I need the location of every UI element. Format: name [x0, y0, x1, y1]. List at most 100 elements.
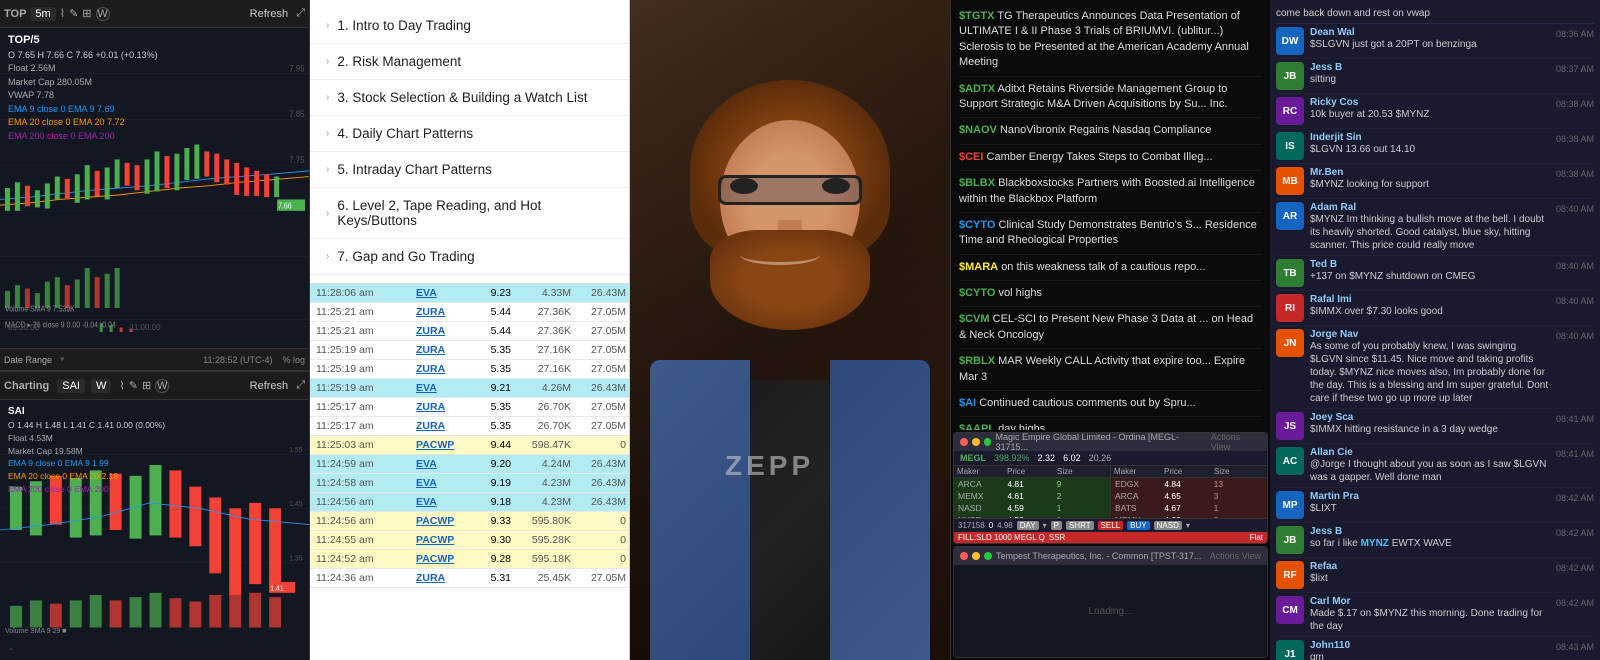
- course-item-2[interactable]: ›2. Risk Management: [310, 44, 629, 80]
- news-ticker[interactable]: $CEI: [959, 151, 983, 163]
- chat-username[interactable]: Jess B: [1310, 62, 1550, 73]
- close-dot[interactable]: [960, 438, 968, 446]
- trade-row[interactable]: 11:25:03 am PACWP 9.44 598.47K 0 1: [310, 436, 629, 455]
- course-item-5[interactable]: ›5. Intraday Chart Patterns: [310, 152, 629, 188]
- trade-row[interactable]: 11:24:55 am PACWP 9.30 595.28K 0 1: [310, 531, 629, 550]
- chat-username[interactable]: Allan Cie: [1310, 447, 1550, 458]
- minimize-dot-2[interactable]: [972, 552, 980, 560]
- news-ticker[interactable]: $BLBX: [959, 177, 995, 189]
- chart-grid-icon[interactable]: ⊞: [82, 7, 91, 20]
- trade-symbol[interactable]: PACWP: [416, 553, 466, 565]
- chart-top-refresh-btn[interactable]: Refresh: [250, 8, 289, 20]
- chart-percent[interactable]: % log: [282, 355, 305, 365]
- trade-row[interactable]: 11:25:19 am ZURA 5.35 27.16K 27.05M 0.: [310, 360, 629, 379]
- trade-row[interactable]: 11:24:52 am PACWP 9.28 595.18K 0 1: [310, 550, 629, 569]
- chart-settings-icon[interactable]: W: [96, 7, 110, 21]
- expand-dot[interactable]: [984, 438, 992, 446]
- trade-row[interactable]: 11:24:56 am PACWP 9.33 595.80K 0 1: [310, 512, 629, 531]
- chat-username[interactable]: Refaa: [1310, 561, 1550, 572]
- chart-date-range[interactable]: Date Range: [4, 355, 52, 365]
- trade-row[interactable]: 11:24:36 am ZURA 5.31 25.45K 27.05M 0.: [310, 569, 629, 588]
- trade-symbol[interactable]: EVA: [416, 382, 466, 394]
- chart-indicator-icon[interactable]: ⌇: [60, 7, 65, 20]
- course-item-6[interactable]: ›6. Level 2, Tape Reading, and Hot Keys/…: [310, 188, 629, 239]
- chart-draw-icon[interactable]: ✎: [69, 7, 78, 20]
- chart-lower-refresh-btn[interactable]: Refresh: [250, 380, 289, 392]
- news-ticker[interactable]: $CYTO: [959, 219, 995, 231]
- trade-symbol[interactable]: PACWP: [416, 515, 466, 527]
- chat-username[interactable]: Carl Mor: [1310, 596, 1550, 607]
- chat-username[interactable]: Jess B: [1310, 526, 1550, 537]
- chat-username[interactable]: Martin Pra: [1310, 491, 1550, 502]
- chat-username[interactable]: Dean Wal: [1310, 27, 1550, 38]
- trade-row[interactable]: 11:24:58 am EVA 9.19 4.23M 26.43M 6: [310, 474, 629, 493]
- minimize-dot[interactable]: [972, 438, 980, 446]
- shrt-btn[interactable]: SHRT: [1066, 521, 1094, 530]
- news-ticker[interactable]: $NAOV: [959, 124, 997, 136]
- course-item-1[interactable]: ›1. Intro to Day Trading: [310, 8, 629, 44]
- trade-row[interactable]: 11:25:21 am ZURA 5.44 27.36K 27.05M 0.: [310, 322, 629, 341]
- chart-lower-grid-icon[interactable]: ⊞: [142, 379, 151, 392]
- news-ticker[interactable]: $RBLX: [959, 355, 995, 367]
- trade-row[interactable]: 11:28:06 am EVA 9.23 4.33M 26.43M 6: [310, 284, 629, 303]
- chart-top-timeframe[interactable]: 5m: [30, 7, 55, 21]
- chart-expand-icon[interactable]: ⤢: [296, 7, 305, 20]
- trade-symbol[interactable]: EVA: [416, 287, 466, 299]
- trade-symbol[interactable]: ZURA: [416, 420, 466, 432]
- close-dot-2[interactable]: [960, 552, 968, 560]
- news-ticker[interactable]: $AAPL: [959, 423, 995, 430]
- trade-row[interactable]: 11:25:19 am EVA 9.21 4.26M 26.43M 6: [310, 379, 629, 398]
- chart-lower-expand-btn[interactable]: ⌃: [8, 647, 15, 656]
- trade-row[interactable]: 11:25:19 am ZURA 5.35 27.16K 27.05M 0.: [310, 341, 629, 360]
- level2-ask-row[interactable]: EDGX4.8413: [1111, 478, 1267, 490]
- chat-username[interactable]: Ted B: [1310, 259, 1550, 270]
- trade-row[interactable]: 11:25:17 am ZURA 5.35 26.70K 27.05M 0.: [310, 398, 629, 417]
- news-ticker[interactable]: $AI: [959, 397, 976, 409]
- level2-bid-row[interactable]: ARCA4.819: [954, 478, 1110, 490]
- level2-bid-row[interactable]: NASD4.591: [954, 502, 1110, 514]
- trade-symbol[interactable]: ZURA: [416, 572, 466, 584]
- chart-lower-draw-icon[interactable]: ✎: [129, 379, 138, 392]
- trade-symbol[interactable]: ZURA: [416, 363, 466, 375]
- trade-row[interactable]: 11:24:59 am EVA 9.20 4.24M 26.43M 6: [310, 455, 629, 474]
- course-item-4[interactable]: ›4. Daily Chart Patterns: [310, 116, 629, 152]
- trade-symbol[interactable]: EVA: [416, 496, 466, 508]
- expand-dot-2[interactable]: [984, 552, 992, 560]
- chat-username[interactable]: Joey Sca: [1310, 412, 1550, 423]
- chat-username[interactable]: Rafal Imi: [1310, 294, 1550, 305]
- chat-username[interactable]: Inderjit Sin: [1310, 132, 1550, 143]
- trade-symbol[interactable]: EVA: [416, 458, 466, 470]
- news-ticker[interactable]: $MARA: [959, 261, 998, 273]
- trade-symbol[interactable]: PACWP: [416, 534, 466, 546]
- news-ticker[interactable]: $CYTO: [959, 287, 995, 299]
- trade-symbol[interactable]: ZURA: [416, 325, 466, 337]
- chart-lower-ticker[interactable]: SAI: [57, 379, 85, 393]
- nasd-btn[interactable]: NASD: [1154, 521, 1182, 530]
- buy-btn[interactable]: BUY: [1127, 521, 1149, 530]
- stock-link[interactable]: MYNZ: [1361, 538, 1389, 549]
- chart-lower-timeframe[interactable]: W: [91, 379, 111, 393]
- chat-username[interactable]: Mr.Ben: [1310, 167, 1550, 178]
- level2-bid-row[interactable]: MEMX4.612: [954, 490, 1110, 502]
- level2-menu-2[interactable]: Actions View: [1210, 551, 1261, 561]
- trade-symbol[interactable]: ZURA: [416, 344, 466, 356]
- news-ticker[interactable]: $CVM: [959, 313, 990, 325]
- course-item-7[interactable]: ›7. Gap and Go Trading: [310, 239, 629, 275]
- trade-row[interactable]: 11:25:17 am ZURA 5.35 26.70K 27.05M 0.: [310, 417, 629, 436]
- day-btn[interactable]: DAY: [1017, 521, 1039, 530]
- trade-symbol[interactable]: ZURA: [416, 401, 466, 413]
- chat-username[interactable]: Adam Ral: [1310, 202, 1550, 213]
- sell-btn[interactable]: SELL: [1098, 521, 1124, 530]
- p-btn[interactable]: P: [1051, 521, 1062, 530]
- chat-username[interactable]: John110: [1310, 640, 1550, 651]
- trade-symbol[interactable]: EVA: [416, 477, 466, 489]
- trade-symbol[interactable]: PACWP: [416, 439, 466, 451]
- trade-row[interactable]: 11:24:56 am EVA 9.18 4.23M 26.43M 6: [310, 493, 629, 512]
- chart-lower-expand-icon[interactable]: ⤢: [296, 379, 305, 392]
- trade-row[interactable]: 11:25:21 am ZURA 5.44 27.36K 27.05M 0.: [310, 303, 629, 322]
- chat-username[interactable]: Ricky Cos: [1310, 97, 1550, 108]
- level2-ask-row[interactable]: BATS4.671: [1111, 502, 1267, 514]
- trade-symbol[interactable]: ZURA: [416, 306, 466, 318]
- news-ticker[interactable]: $TGTX: [959, 10, 994, 22]
- news-ticker[interactable]: $ADTX: [959, 83, 995, 95]
